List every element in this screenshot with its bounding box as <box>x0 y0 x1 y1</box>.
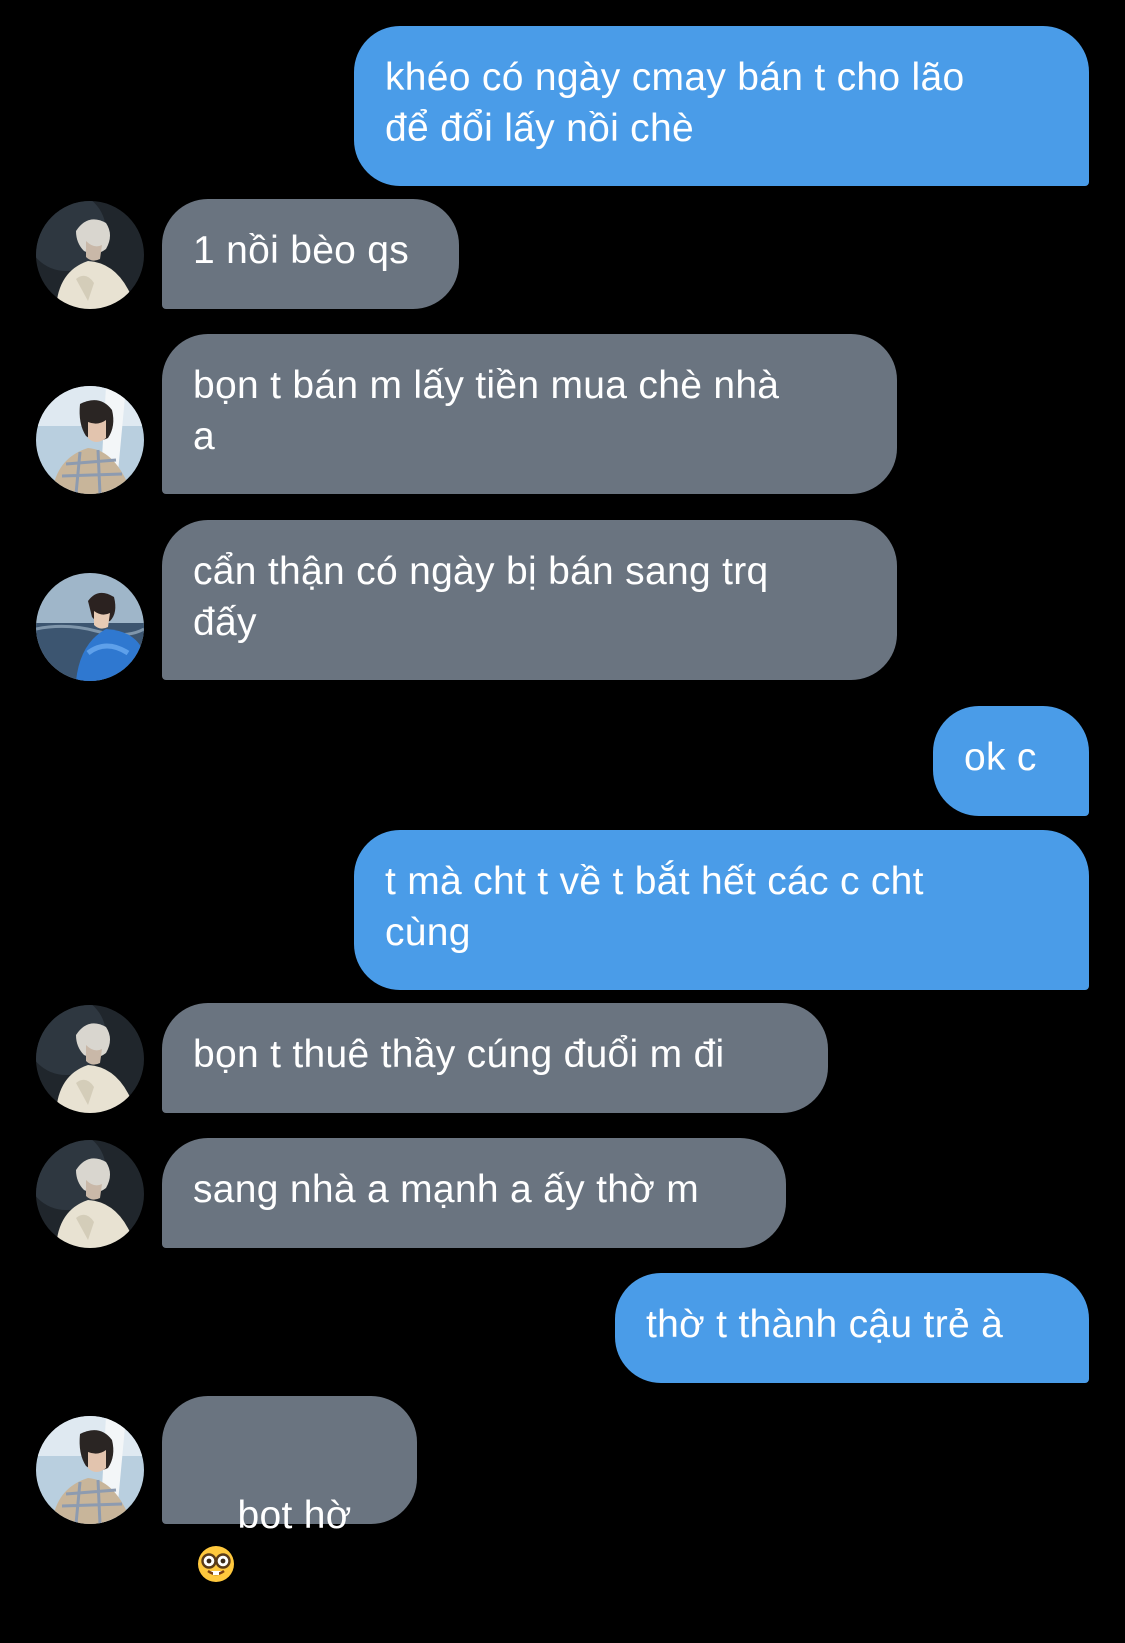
outgoing-message[interactable]: thờ t thành cậu trẻ à <box>615 1273 1089 1383</box>
avatar-pale-hair-icon[interactable] <box>36 1005 144 1113</box>
outgoing-message[interactable]: khéo có ngày cmay bán t cho lão để đổi l… <box>354 26 1089 186</box>
outgoing-message[interactable]: t mà cht t về t bắt hết các c cht cùng <box>354 830 1089 990</box>
avatar-blue-jacket-sea-icon[interactable] <box>36 573 144 681</box>
incoming-message[interactable]: bot hờ <box>162 1396 417 1584</box>
avatar-dark-hair-plaid-icon[interactable] <box>36 386 144 494</box>
outgoing-message[interactable]: ok c <box>933 706 1089 816</box>
incoming-message[interactable]: sang nhà a mạnh a ấy thờ m <box>162 1138 786 1248</box>
avatar-pale-hair-icon[interactable] <box>36 1140 144 1248</box>
avatar-pale-hair-icon[interactable] <box>36 201 144 309</box>
incoming-message[interactable]: cẩn thận có ngày bị bán sang trq đấy <box>162 520 897 680</box>
chat-thread: khéo có ngày cmay bán t cho lão để đổi l… <box>0 0 1125 1584</box>
incoming-message[interactable]: 1 nồi bèo qs <box>162 199 459 309</box>
nerd-face-emoji-icon <box>196 1544 236 1584</box>
incoming-message[interactable]: bọn t bán m lấy tiền mua chè nhà a <box>162 334 897 494</box>
message-text: bot hờ <box>237 1494 352 1537</box>
avatar-dark-hair-plaid-icon[interactable] <box>36 1416 144 1524</box>
incoming-message[interactable]: bọn t thuê thầy cúng đuổi m đi <box>162 1003 828 1113</box>
